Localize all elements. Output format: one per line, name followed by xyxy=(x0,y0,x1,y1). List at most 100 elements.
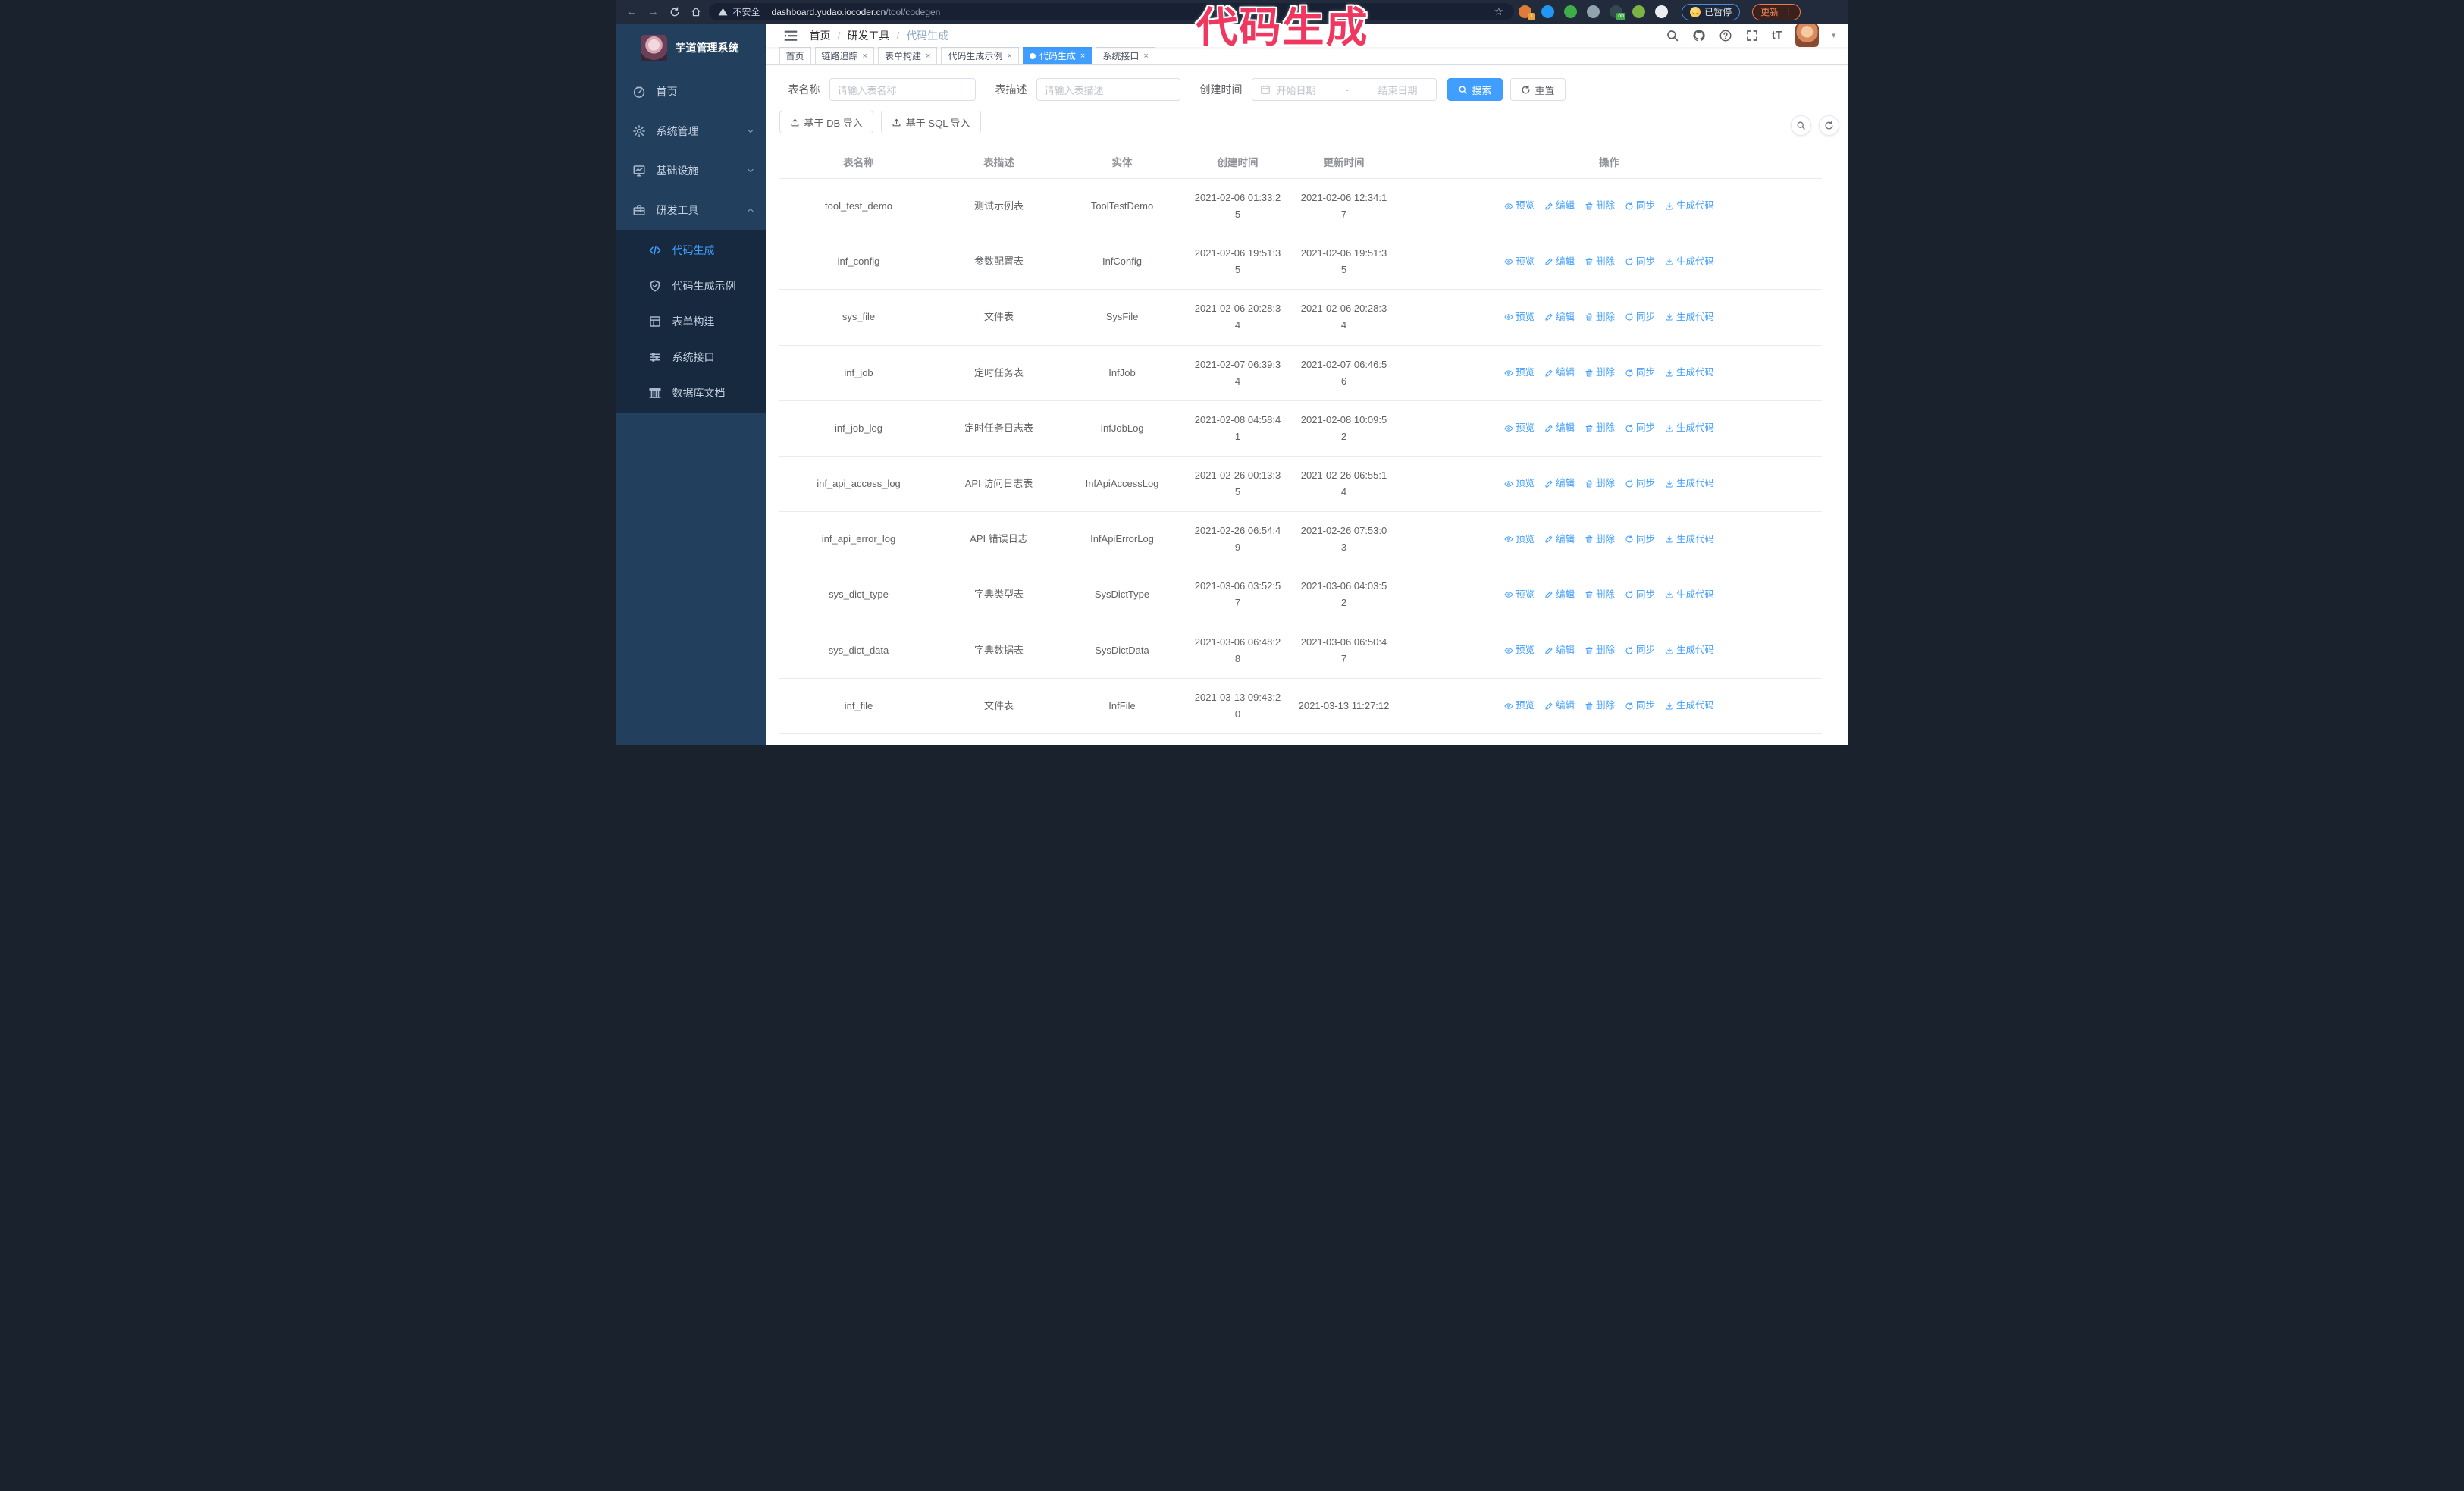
blue-gem-extension-icon[interactable] xyxy=(1541,5,1555,18)
chrome-menu-dots-icon[interactable]: ⋮ xyxy=(1784,7,1792,17)
font-size-icon[interactable]: tT xyxy=(1772,29,1782,42)
orange-extension-icon[interactable]: 1 xyxy=(1519,5,1535,20)
browser-back-icon[interactable]: ← xyxy=(624,4,641,20)
action-preview[interactable]: 预览 xyxy=(1504,365,1535,381)
action-delete[interactable]: 删除 xyxy=(1585,198,1615,214)
tab-1[interactable]: 链路追踪 × xyxy=(814,47,874,64)
action-sync[interactable]: 同步 xyxy=(1625,365,1655,381)
sidebar-item-0[interactable]: 首页 xyxy=(616,72,766,111)
action-preview[interactable]: 预览 xyxy=(1504,420,1535,436)
action-edit[interactable]: 编辑 xyxy=(1544,642,1575,658)
help-icon[interactable] xyxy=(1719,29,1732,42)
sidebar-item-1[interactable]: 系统管理 xyxy=(616,111,766,151)
submenu-item-1[interactable]: 代码生成示例 xyxy=(616,268,766,303)
action-sync[interactable]: 同步 xyxy=(1625,198,1655,214)
action-generate[interactable]: 生成代码 xyxy=(1665,365,1714,381)
action-preview[interactable]: 预览 xyxy=(1504,309,1535,325)
action-generate[interactable]: 生成代码 xyxy=(1665,642,1714,658)
action-edit[interactable]: 编辑 xyxy=(1544,532,1575,548)
close-tab-icon[interactable]: × xyxy=(926,52,930,61)
action-delete[interactable]: 删除 xyxy=(1585,254,1615,270)
action-preview[interactable]: 预览 xyxy=(1504,642,1535,658)
action-sync[interactable]: 同步 xyxy=(1625,254,1655,270)
action-sync[interactable]: 同步 xyxy=(1625,309,1655,325)
submenu-item-4[interactable]: 数据库文档 xyxy=(616,375,766,410)
user-avatar[interactable] xyxy=(1795,24,1819,47)
profile-paused-chip[interactable]: 已暂停 xyxy=(1682,3,1741,20)
refresh-table-button[interactable] xyxy=(1818,115,1839,136)
date-range-input[interactable]: 开始日期 - 结束日期 xyxy=(1251,78,1437,101)
action-generate[interactable]: 生成代码 xyxy=(1665,587,1714,603)
address-bar[interactable]: 不安全 dashboard.yudao.iocoder.cn/tool/code… xyxy=(708,3,1514,20)
action-generate[interactable]: 生成代码 xyxy=(1665,532,1714,548)
action-preview[interactable]: 预览 xyxy=(1504,698,1535,714)
sidebar-item-2[interactable]: 基础设施 xyxy=(616,151,766,190)
tab-5[interactable]: 系统接口 × xyxy=(1096,47,1155,64)
action-edit[interactable]: 编辑 xyxy=(1544,476,1575,491)
action-sync[interactable]: 同步 xyxy=(1625,642,1655,658)
action-preview[interactable]: 预览 xyxy=(1504,587,1535,603)
action-sync[interactable]: 同步 xyxy=(1625,476,1655,491)
action-edit[interactable]: 编辑 xyxy=(1544,420,1575,436)
action-delete[interactable]: 删除 xyxy=(1585,420,1615,436)
switch-on-extension-icon[interactable]: on xyxy=(1610,5,1626,20)
close-tab-icon[interactable]: × xyxy=(1143,52,1148,61)
submenu-item-3[interactable]: 系统接口 xyxy=(616,339,766,375)
action-delete[interactable]: 删除 xyxy=(1585,698,1615,714)
user-menu-caret-icon[interactable]: ▾ xyxy=(1832,30,1836,40)
action-edit[interactable]: 编辑 xyxy=(1544,698,1575,714)
sidebar-item-3[interactable]: 研发工具 xyxy=(616,190,766,230)
action-delete[interactable]: 删除 xyxy=(1585,309,1615,325)
browser-home-icon[interactable] xyxy=(688,4,704,20)
browser-reload-icon[interactable] xyxy=(666,4,683,20)
action-sync[interactable]: 同步 xyxy=(1625,532,1655,548)
tab-0[interactable]: 首页 xyxy=(779,47,811,64)
action-edit[interactable]: 编辑 xyxy=(1544,365,1575,381)
collapse-sidebar-icon[interactable] xyxy=(782,27,799,44)
import-db-button[interactable]: 基于 DB 导入 xyxy=(779,111,873,133)
close-tab-icon[interactable]: × xyxy=(863,52,867,61)
puzzle-extension-icon[interactable] xyxy=(1655,5,1669,18)
green-bot-extension-icon[interactable] xyxy=(1632,5,1646,18)
action-edit[interactable]: 编辑 xyxy=(1544,254,1575,270)
reset-button[interactable]: 重置 xyxy=(1509,78,1566,101)
action-delete[interactable]: 删除 xyxy=(1585,365,1615,381)
breadcrumb-home[interactable]: 首页 xyxy=(810,28,831,43)
submenu-item-0[interactable]: 代码生成 xyxy=(616,232,766,268)
action-delete[interactable]: 删除 xyxy=(1585,476,1615,491)
tab-4[interactable]: 代码生成 × xyxy=(1022,47,1092,64)
action-delete[interactable]: 删除 xyxy=(1585,587,1615,603)
grid-extension-icon[interactable] xyxy=(1587,5,1600,18)
fullscreen-icon[interactable] xyxy=(1745,29,1759,42)
action-generate[interactable]: 生成代码 xyxy=(1665,254,1714,270)
action-delete[interactable]: 删除 xyxy=(1585,532,1615,548)
close-tab-icon[interactable]: × xyxy=(1080,52,1085,61)
search-icon[interactable] xyxy=(1666,29,1679,42)
tab-2[interactable]: 表单构建 × xyxy=(877,47,938,64)
action-sync[interactable]: 同步 xyxy=(1625,420,1655,436)
action-generate[interactable]: 生成代码 xyxy=(1665,309,1714,325)
browser-forward-icon[interactable]: → xyxy=(645,4,662,20)
action-sync[interactable]: 同步 xyxy=(1625,587,1655,603)
search-button[interactable]: 搜索 xyxy=(1447,78,1503,101)
green-check-extension-icon[interactable] xyxy=(1564,5,1578,18)
close-tab-icon[interactable]: × xyxy=(1007,52,1011,61)
bookmark-star-icon[interactable]: ☆ xyxy=(1494,5,1504,18)
import-sql-button[interactable]: 基于 SQL 导入 xyxy=(880,111,981,133)
action-generate[interactable]: 生成代码 xyxy=(1665,698,1714,714)
breadcrumb-devtools[interactable]: 研发工具 xyxy=(847,28,889,43)
github-icon[interactable] xyxy=(1692,29,1706,42)
action-preview[interactable]: 预览 xyxy=(1504,476,1535,491)
action-sync[interactable]: 同步 xyxy=(1625,698,1655,714)
table-desc-input[interactable]: 请输入表描述 xyxy=(1036,78,1180,101)
action-preview[interactable]: 预览 xyxy=(1504,198,1535,214)
action-delete[interactable]: 删除 xyxy=(1585,642,1615,658)
action-generate[interactable]: 生成代码 xyxy=(1665,198,1714,214)
action-preview[interactable]: 预览 xyxy=(1504,532,1535,548)
action-edit[interactable]: 编辑 xyxy=(1544,587,1575,603)
chrome-update-button[interactable]: 更新 ⋮ xyxy=(1752,3,1801,20)
action-edit[interactable]: 编辑 xyxy=(1544,198,1575,214)
tab-3[interactable]: 代码生成示例 × xyxy=(941,47,1019,64)
sidebar-logo[interactable]: 芋道管理系统 xyxy=(616,24,766,72)
action-preview[interactable]: 预览 xyxy=(1504,254,1535,270)
